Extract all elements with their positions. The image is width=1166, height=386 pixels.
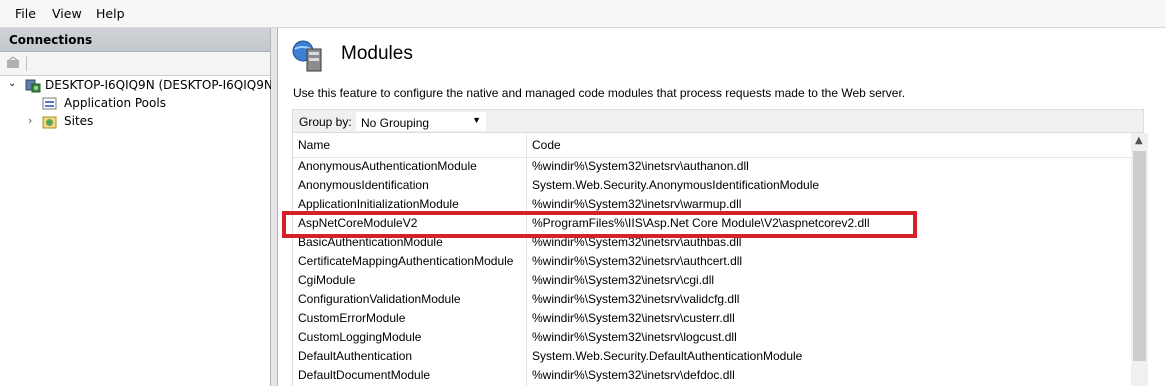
module-name: ConfigurationValidationModule xyxy=(298,292,461,306)
server-node-label: DESKTOP-I6QIQ9N (DESKTOP-I6QIQ9N\Sha xyxy=(45,78,300,92)
table-row[interactable]: DefaultAuthentication System.Web.Security… xyxy=(293,347,1131,366)
highlight-box xyxy=(282,211,917,238)
sites-label: Sites xyxy=(64,114,94,128)
table-row[interactable]: DefaultDocumentModule %windir%\System32\i… xyxy=(293,366,1131,385)
group-by-value: No Grouping xyxy=(361,116,430,130)
chevron-down-icon[interactable]: ⌄ xyxy=(8,78,16,89)
toolbar-separator xyxy=(26,56,27,71)
module-code: %windir%\System32\inetsrv\cgi.dll xyxy=(532,273,715,287)
module-name: AnonymousAuthenticationModule xyxy=(298,159,477,173)
sites-icon xyxy=(42,114,58,133)
app-pools-label: Application Pools xyxy=(64,96,166,110)
module-name: ApplicationInitializationModule xyxy=(298,197,459,211)
module-name: CgiModule xyxy=(298,273,356,287)
chevron-right-icon[interactable]: › xyxy=(28,114,32,127)
group-by-label: Group by: xyxy=(299,115,352,129)
modules-grid: Name ⌃ Code AnonymousAuthenticationModul… xyxy=(292,133,1149,386)
module-name: DefaultAuthentication xyxy=(298,349,413,363)
feature-description: Use this feature to configure the native… xyxy=(293,86,906,100)
menu-file[interactable]: File xyxy=(15,6,36,21)
module-code: System.Web.Security.DefaultAuthenticatio… xyxy=(532,349,803,363)
sort-asc-icon: ⌃ xyxy=(403,133,412,139)
scroll-thumb[interactable] xyxy=(1133,151,1146,361)
scroll-up-icon[interactable]: ▲ xyxy=(1135,135,1143,146)
module-code: %windir%\System32\inetsrv\defdoc.dll xyxy=(532,368,735,382)
column-header-code[interactable]: Code xyxy=(532,138,561,152)
connections-pane: Connections ⌄ DESKTOP-I6QIQ9N (DESKTOP-I… xyxy=(0,28,299,386)
module-code: %windir%\System32\inetsrv\warmup.dll xyxy=(532,197,742,211)
module-code: %windir%\System32\inetsrv\custerr.dll xyxy=(532,311,735,325)
table-row[interactable]: CertificateMappingAuthenticationModule %w… xyxy=(293,252,1131,271)
connections-header: Connections xyxy=(0,28,270,52)
connect-icon[interactable] xyxy=(6,56,20,70)
module-code: System.Web.Security.AnonymousIdentificat… xyxy=(532,178,820,192)
module-code: %windir%\System32\inetsrv\logcust.dll xyxy=(532,330,737,344)
menu-bar: File View Help xyxy=(0,0,1166,28)
table-row[interactable]: CustomErrorModule %windir%\System32\inets… xyxy=(293,309,1131,328)
table-row[interactable]: AnonymousAuthenticationModule %windir%\Sy… xyxy=(293,157,1131,176)
vertical-scrollbar[interactable]: ▲ xyxy=(1131,133,1148,386)
table-row[interactable]: AnonymousIdentification System.Web.Securi… xyxy=(293,176,1131,195)
module-code: %windir%\System32\inetsrv\authcert.dll xyxy=(532,254,743,268)
group-by-bar: Group by: No Grouping ▼ xyxy=(292,109,1144,133)
app-pools-icon xyxy=(42,96,58,115)
group-by-select[interactable]: No Grouping ▼ xyxy=(356,112,486,131)
dropdown-arrow-icon: ▼ xyxy=(472,115,481,125)
module-code: %windir%\System32\inetsrv\validcfg.dll xyxy=(532,292,740,306)
menu-view[interactable]: View xyxy=(52,6,82,21)
module-name: CustomLoggingModule xyxy=(298,330,422,344)
modules-icon xyxy=(291,39,325,76)
module-name: DefaultDocumentModule xyxy=(298,368,431,382)
menu-help[interactable]: Help xyxy=(96,6,125,21)
module-name: AnonymousIdentification xyxy=(298,178,429,192)
table-row[interactable]: CgiModule %windir%\System32\inetsrv\cgi.d… xyxy=(293,271,1131,290)
module-name: CertificateMappingAuthenticationModule xyxy=(298,254,514,268)
module-name: CustomErrorModule xyxy=(298,311,406,325)
column-header-name[interactable]: Name xyxy=(298,138,330,152)
page-title: Modules xyxy=(341,43,413,64)
server-icon xyxy=(25,78,41,97)
connections-toolbar xyxy=(0,52,270,76)
modules-pane: Modules Use this feature to configure th… xyxy=(277,28,1166,386)
table-row[interactable]: ConfigurationValidationModule %windir%\Sy… xyxy=(293,290,1131,309)
grid-header: Name ⌃ Code xyxy=(293,133,1131,158)
table-row[interactable]: CustomLoggingModule %windir%\System32\ine… xyxy=(293,328,1131,347)
module-code: %windir%\System32\inetsrv\authanon.dll xyxy=(532,159,749,173)
